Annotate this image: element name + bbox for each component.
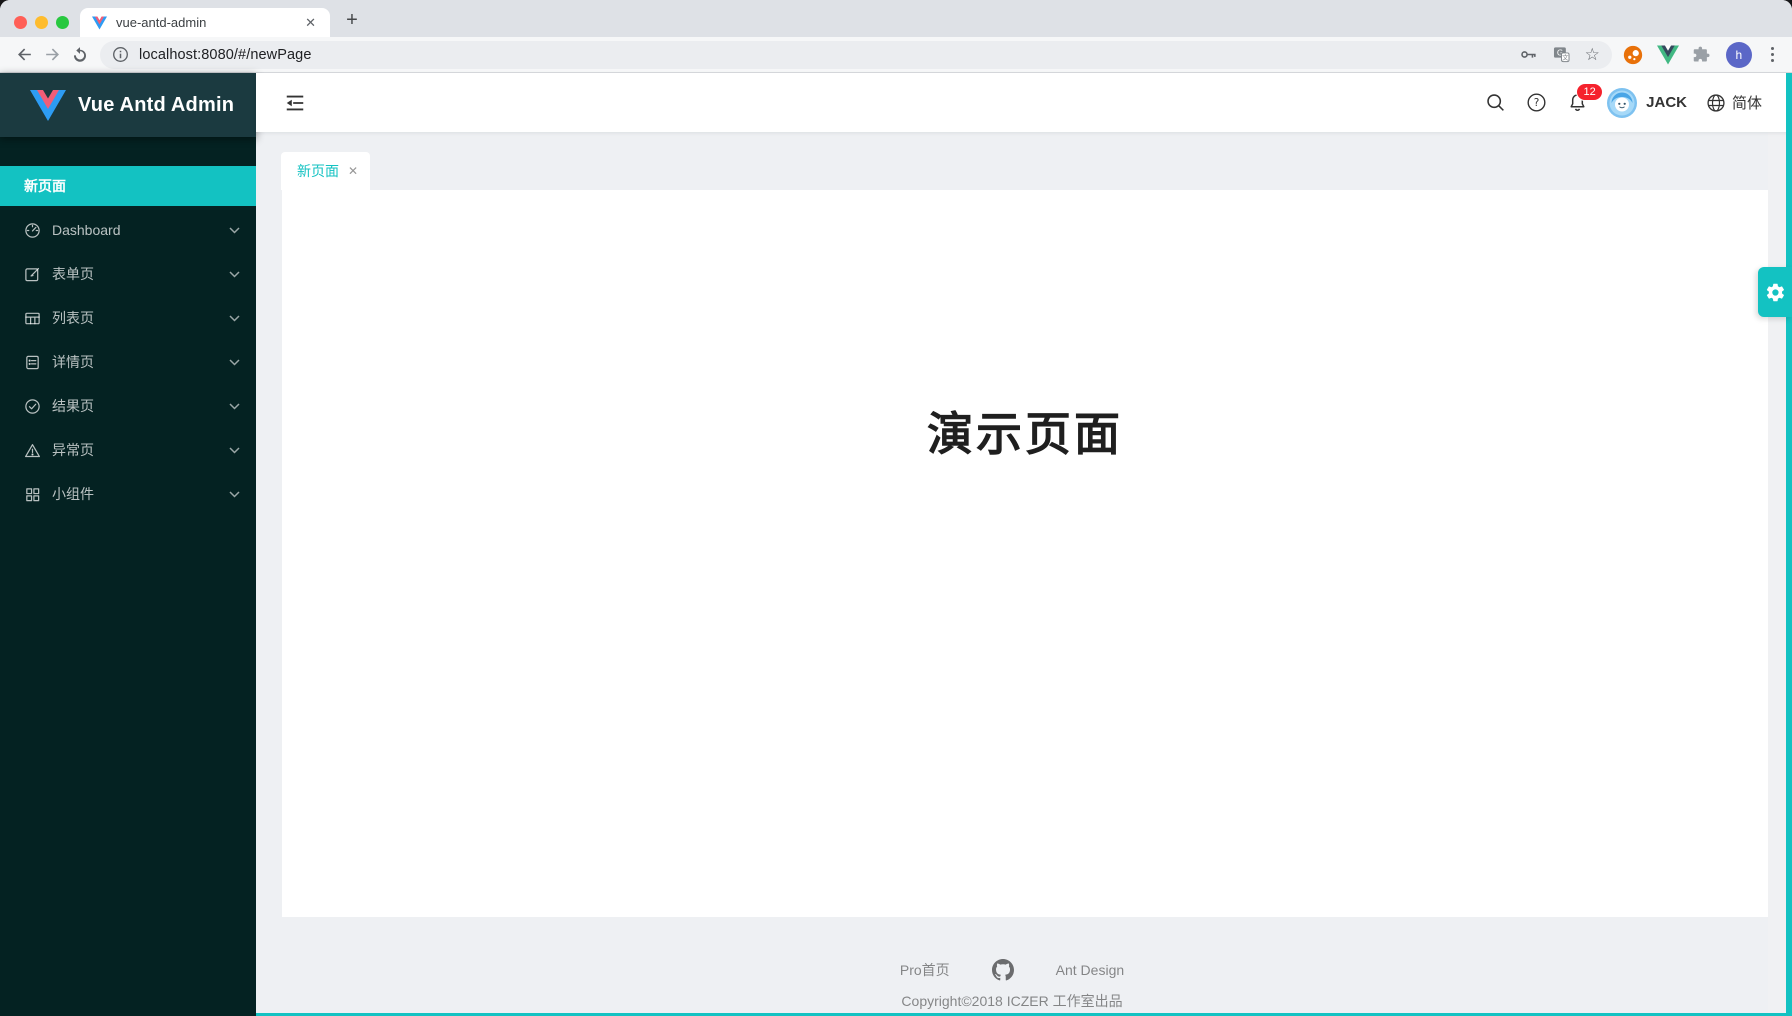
content-card: 演示页面 xyxy=(282,190,1768,917)
browser-toolbar: localhost:8080/#/newPage G 文 ☆ xyxy=(0,37,1792,73)
github-icon[interactable] xyxy=(992,959,1014,981)
sidebar-item-label: 异常页 xyxy=(52,440,94,460)
dashboard-icon xyxy=(24,222,41,239)
sidebar-item-detail[interactable]: 详情页 xyxy=(0,342,256,382)
page-info-icon[interactable] xyxy=(112,46,129,63)
language-switcher[interactable]: 简体 xyxy=(1706,92,1762,113)
extensions-puzzle-icon[interactable] xyxy=(1692,44,1713,65)
footer-link-pro[interactable]: Pro首页 xyxy=(900,960,950,980)
logo[interactable]: Vue Antd Admin xyxy=(0,73,256,137)
app-title: Vue Antd Admin xyxy=(78,94,234,117)
browser-tab[interactable]: vue-antd-admin ✕ xyxy=(80,8,330,37)
sidebar-menu: 新页面 Dashboard 表单页 xyxy=(0,162,256,518)
notification-badge: 12 xyxy=(1576,83,1603,101)
extension-orange-icon[interactable] xyxy=(1622,44,1644,66)
zoom-window-button[interactable] xyxy=(56,16,69,29)
help-icon[interactable]: ? xyxy=(1525,92,1547,114)
sidebar-item-dashboard[interactable]: Dashboard xyxy=(0,210,256,250)
sidebar-item-list[interactable]: 列表页 xyxy=(0,298,256,338)
sidebar-item-label: 结果页 xyxy=(52,396,94,416)
settings-gear-button[interactable] xyxy=(1758,267,1792,317)
sidebar-item-new-page[interactable]: 新页面 xyxy=(0,166,256,206)
page-footer: Pro首页 Ant Design Copyright©2018 ICZER 工作… xyxy=(256,917,1768,1013)
vue-favicon xyxy=(92,16,107,30)
sidebar: Vue Antd Admin 新页面 Dashboard xyxy=(0,73,256,1016)
minimize-window-button[interactable] xyxy=(35,16,48,29)
username: JACK xyxy=(1646,94,1687,111)
svg-text:?: ? xyxy=(1533,97,1539,109)
browser-tabstrip: vue-antd-admin ✕ + xyxy=(0,0,1792,37)
globe-icon xyxy=(1706,93,1726,113)
app-header: ? 12 xyxy=(256,73,1792,132)
chevron-down-icon xyxy=(229,491,240,498)
menu-fold-icon[interactable] xyxy=(282,90,308,116)
sidebar-item-label: 新页面 xyxy=(24,176,66,196)
sidebar-item-label: 列表页 xyxy=(52,308,94,328)
translate-icon[interactable]: G 文 xyxy=(1552,45,1571,64)
footer-copyright: Copyright©2018 ICZER 工作室出品 xyxy=(901,991,1122,1011)
forward-icon[interactable] xyxy=(38,41,66,69)
language-label: 简体 xyxy=(1732,92,1762,113)
footer-link-ant[interactable]: Ant Design xyxy=(1056,962,1124,978)
sidebar-item-label: 表单页 xyxy=(52,264,94,284)
tab-close-icon[interactable]: ✕ xyxy=(301,14,320,32)
address-bar[interactable]: localhost:8080/#/newPage G 文 ☆ xyxy=(100,41,1612,69)
check-circle-icon xyxy=(24,398,41,415)
reload-icon[interactable] xyxy=(66,41,94,69)
page-tabbar: 新页面 ✕ xyxy=(256,132,1768,190)
chevron-down-icon xyxy=(229,403,240,410)
chevron-down-icon xyxy=(229,447,240,454)
page-tab-close-icon[interactable]: ✕ xyxy=(348,164,358,178)
bookmark-star-icon[interactable]: ☆ xyxy=(1585,46,1600,63)
user-avatar xyxy=(1607,88,1637,118)
sidebar-item-label: 小组件 xyxy=(52,484,94,504)
sidebar-item-exception[interactable]: 异常页 xyxy=(0,430,256,470)
scrollbar[interactable] xyxy=(1768,132,1786,1013)
sidebar-item-result[interactable]: 结果页 xyxy=(0,386,256,426)
user-menu[interactable]: JACK xyxy=(1607,88,1687,118)
browser-menu-icon[interactable] xyxy=(1765,43,1780,66)
settings-drawer-edge xyxy=(1786,73,1792,1016)
form-icon xyxy=(24,266,41,283)
warning-icon xyxy=(24,442,41,459)
sidebar-item-label: Dashboard xyxy=(52,222,121,238)
chevron-down-icon xyxy=(229,271,240,278)
table-icon xyxy=(24,310,41,327)
profile-icon xyxy=(24,354,41,371)
page-tab-active[interactable]: 新页面 ✕ xyxy=(281,152,370,190)
appstore-icon xyxy=(24,486,41,503)
notification-bell-icon[interactable]: 12 xyxy=(1566,92,1588,114)
chevron-down-icon xyxy=(229,359,240,366)
browser-profile-avatar[interactable]: h xyxy=(1726,42,1752,68)
new-tab-button[interactable]: + xyxy=(338,6,366,34)
close-window-button[interactable] xyxy=(14,16,27,29)
sidebar-item-label: 详情页 xyxy=(52,352,94,372)
vue-logo-icon xyxy=(30,90,66,121)
url-text[interactable]: localhost:8080/#/newPage xyxy=(139,47,1519,63)
vue-devtools-icon[interactable] xyxy=(1657,45,1679,65)
chevron-down-icon xyxy=(229,227,240,234)
sidebar-item-widgets[interactable]: 小组件 xyxy=(0,474,256,514)
gear-icon xyxy=(1765,282,1786,303)
main-area: ? 12 xyxy=(256,73,1792,1016)
search-icon[interactable] xyxy=(1484,92,1506,114)
sidebar-item-form[interactable]: 表单页 xyxy=(0,254,256,294)
browser-window: vue-antd-admin ✕ + localhost:8080/#/newP… xyxy=(0,0,1792,1016)
svg-text:文: 文 xyxy=(1562,53,1569,62)
macos-traffic-lights xyxy=(14,16,69,29)
back-icon[interactable] xyxy=(10,41,38,69)
page-title: 演示页面 xyxy=(282,190,1768,464)
chevron-down-icon xyxy=(229,315,240,322)
app-shell: Vue Antd Admin 新页面 Dashboard xyxy=(0,73,1792,1016)
password-key-icon[interactable] xyxy=(1519,45,1538,64)
browser-tab-title: vue-antd-admin xyxy=(116,15,301,30)
page-tab-label: 新页面 xyxy=(297,161,339,181)
